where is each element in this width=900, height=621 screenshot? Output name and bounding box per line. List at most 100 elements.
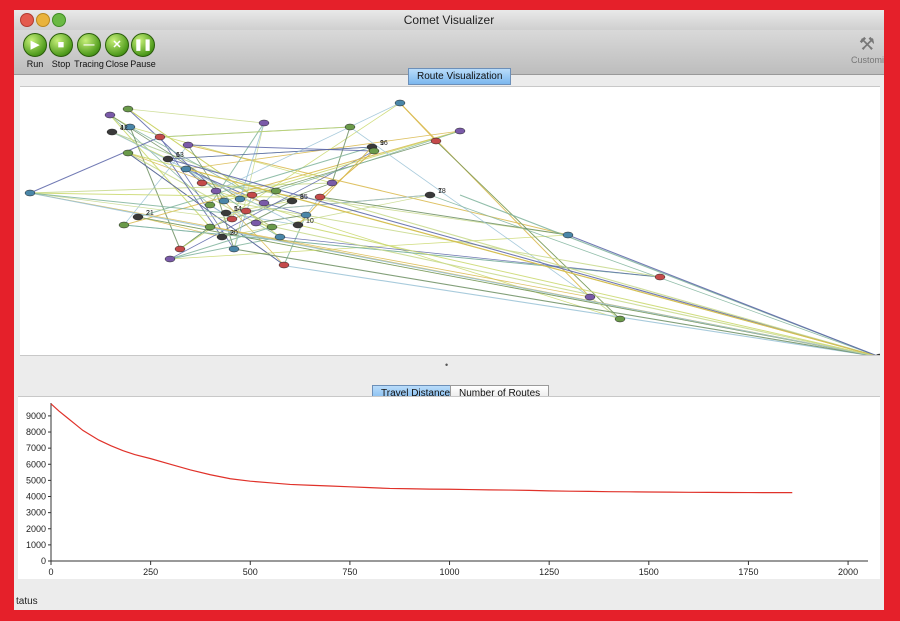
y-tick-label: 0 [41, 556, 46, 566]
y-tick-label: 2000 [26, 524, 46, 534]
x-tick-label: 0 [48, 567, 53, 577]
route-node [118, 221, 130, 229]
route-node [216, 233, 228, 241]
y-tick-label: 9000 [26, 411, 46, 421]
x-tick-label: 1000 [440, 567, 460, 577]
travel-distance-chart-panel: 0 1000 2000 3000 4000 5000 6000 7000 8000 9000 0 25… [18, 396, 880, 579]
route-node [278, 261, 290, 269]
edge-label: 12 [120, 125, 128, 132]
window-title: Comet Visualizer [403, 13, 495, 27]
route-node [154, 133, 166, 141]
route-edge [567, 234, 881, 358]
x-tick-label: 1500 [639, 567, 659, 577]
route-node [344, 123, 356, 131]
travel-distance-line [50, 403, 793, 494]
route-node [218, 197, 230, 205]
route-node [424, 191, 436, 199]
route-node [454, 127, 466, 135]
route-node [274, 233, 286, 241]
route-node [164, 255, 176, 263]
edge-label: 13 [176, 152, 184, 159]
edge-label: 21 [146, 210, 154, 217]
travel-distance-chart: 0 1000 2000 3000 4000 5000 6000 7000 8000 9000 0 25… [26, 403, 868, 577]
route-node [122, 149, 134, 157]
route-node [614, 315, 626, 323]
app-window: Comet Visualizer ▶ Run ■ Stop — Tracing … [14, 10, 884, 610]
edge-label: 10 [306, 218, 314, 225]
route-edge [123, 224, 661, 278]
y-tick-label: 7000 [26, 443, 46, 453]
route-node [258, 119, 270, 127]
route-node [24, 189, 36, 197]
route-node [196, 179, 208, 187]
y-tick-label: 4000 [26, 492, 46, 502]
route-node [122, 105, 134, 113]
route-node [874, 353, 884, 361]
route-node [286, 197, 298, 205]
route-node [246, 191, 258, 199]
edge-label: 20 [230, 230, 238, 237]
route-edge [187, 144, 375, 152]
route-node [234, 195, 246, 203]
split-divider[interactable]: • [14, 360, 884, 370]
hammer-icon: ⚒ [858, 34, 876, 54]
title-bar: Comet Visualizer [14, 10, 884, 31]
tab-route-visualization[interactable]: Route Visualization [408, 68, 512, 85]
route-node [226, 215, 238, 223]
route-node [240, 207, 252, 215]
route-edge [29, 136, 161, 194]
route-node [106, 128, 118, 136]
route-node [132, 213, 144, 221]
route-node [562, 231, 574, 239]
y-tick-label: 3000 [26, 508, 46, 518]
route-node [654, 273, 666, 281]
status-bar: tatus [16, 596, 38, 607]
route-node [270, 187, 282, 195]
route-node [292, 221, 304, 229]
route-edge [319, 196, 881, 358]
route-node [584, 293, 596, 301]
pause-icon: ❚❚ [131, 33, 155, 57]
route-node [182, 141, 194, 149]
y-tick-label: 8000 [26, 427, 46, 437]
route-node [104, 111, 116, 119]
edge-label: 14 [234, 206, 242, 213]
route-node [326, 179, 338, 187]
route-node [162, 155, 174, 163]
x-tick-label: 2000 [838, 567, 858, 577]
edge-label: 16 [380, 140, 388, 147]
route-node [204, 223, 216, 231]
x-tick-label: 750 [342, 567, 357, 577]
customize-button[interactable]: ⚒ Customi [840, 33, 884, 65]
divider-handle-icon[interactable]: • [445, 360, 448, 370]
customize-label: Customi [850, 55, 884, 65]
x-tick-label: 1250 [539, 567, 559, 577]
route-node [394, 99, 406, 107]
route-node [210, 187, 222, 195]
route-node [204, 201, 216, 209]
x-tick-label: 1750 [738, 567, 758, 577]
x-tick-label: 500 [243, 567, 258, 577]
route-edge [223, 200, 661, 278]
route-node [174, 245, 186, 253]
y-tick-label: 1000 [26, 540, 46, 550]
route-edge [137, 216, 881, 358]
y-tick-label: 6000 [26, 459, 46, 469]
route-edge [319, 196, 569, 236]
route-node [220, 209, 232, 217]
route-node [266, 223, 278, 231]
edge-label: 15 [300, 194, 308, 201]
route-edge [159, 126, 351, 138]
route-node [430, 137, 442, 145]
x-tick-label: 250 [143, 567, 158, 577]
route-node [258, 199, 270, 207]
edge-label: 18 [438, 188, 446, 195]
route-edge [331, 126, 351, 184]
y-tick-label: 5000 [26, 475, 46, 485]
route-edge [127, 108, 265, 124]
pause-button[interactable]: ❚❚ Pause [124, 33, 162, 69]
route-node [314, 193, 326, 201]
route-edge [255, 222, 881, 358]
route-node [250, 219, 262, 227]
route-edge [129, 126, 253, 196]
